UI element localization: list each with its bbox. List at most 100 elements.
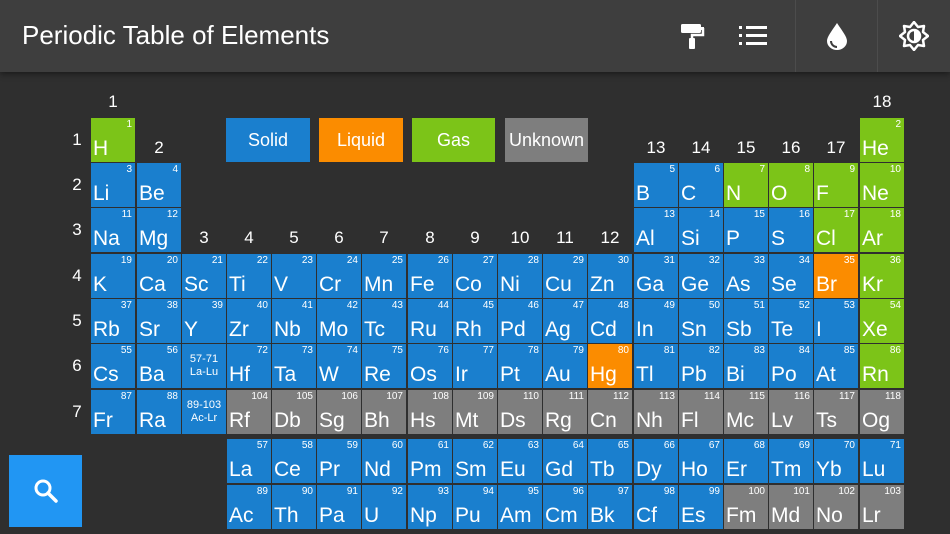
element-ts[interactable]: 117 Ts [814,390,858,434]
element-y[interactable]: 39 Y [182,299,226,343]
element-h[interactable]: 1H [91,118,135,162]
element-bh[interactable]: 107 Bh [362,390,406,434]
element-b[interactable]: 5B [634,163,678,207]
element-pr[interactable]: 59 Pr [317,439,361,483]
element-cs[interactable]: 55 Cs [91,344,135,388]
element-cf[interactable]: 98 Cf [634,485,678,529]
element-nb[interactable]: 41 Nb [272,299,316,343]
list-button[interactable] [722,0,784,72]
element-re[interactable]: 75 Re [362,344,406,388]
element-mn[interactable]: 25 Mn [362,254,406,298]
element-xe[interactable]: 54 Xe [860,299,904,343]
element-tb[interactable]: 65 Tb [588,439,632,483]
element-na[interactable]: 11 Na [91,208,135,252]
element-cl[interactable]: 17 Cl [814,208,858,252]
element-mc[interactable]: 115 Mc [724,390,768,434]
element-cd[interactable]: 48 Cd [588,299,632,343]
element-fr[interactable]: 87 Fr [91,390,135,434]
element-po[interactable]: 84 Po [769,344,813,388]
element-ge[interactable]: 32 Ge [679,254,723,298]
element-ti[interactable]: 22 Ti [227,254,271,298]
element-th[interactable]: 90 Th [272,485,316,529]
element-hs[interactable]: 108 Hs [408,390,452,434]
element-lu[interactable]: 71 Lu [860,439,904,483]
element-cm[interactable]: 96 Cm [543,485,587,529]
element-ra[interactable]: 88 Ra [137,390,181,434]
element-rb[interactable]: 37 Rb [91,299,135,343]
element-ba[interactable]: 56 Ba [137,344,181,388]
element-fm[interactable]: 100 Fm [724,485,768,529]
element-ag[interactable]: 47 Ag [543,299,587,343]
element-cr[interactable]: 24 Cr [317,254,361,298]
element-li[interactable]: 3 Li [91,163,135,207]
element-in[interactable]: 49 In [634,299,678,343]
element-yb[interactable]: 70 Yb [814,439,858,483]
element-hg[interactable]: 80 Hg [588,344,632,388]
element-f[interactable]: 9F [814,163,858,207]
element-la[interactable]: 57 La [227,439,271,483]
element-sc[interactable]: 21 Sc [182,254,226,298]
element-ho[interactable]: 67 Ho [679,439,723,483]
actinide-series-placeholder[interactable]: 89-103 Ac-Lr [182,390,226,434]
element-rf[interactable]: 104 Rf [227,390,271,434]
element-o[interactable]: 8O [769,163,813,207]
brightness-button[interactable] [878,0,950,72]
element-sn[interactable]: 50 Sn [679,299,723,343]
element-np[interactable]: 93 Np [408,485,452,529]
element-mo[interactable]: 42 Mo [317,299,361,343]
element-nd[interactable]: 60 Nd [362,439,406,483]
element-pd[interactable]: 46 Pd [498,299,542,343]
paint-roller-button[interactable] [662,0,722,72]
element-u[interactable]: 92 U [362,485,406,529]
element-pm[interactable]: 61 Pm [408,439,452,483]
element-es[interactable]: 99 Es [679,485,723,529]
element-c[interactable]: 6C [679,163,723,207]
element-ar[interactable]: 18 Ar [860,208,904,252]
element-v[interactable]: 23 V [272,254,316,298]
element-w[interactable]: 74 W [317,344,361,388]
element-os[interactable]: 76 Os [408,344,452,388]
element-gd[interactable]: 64 Gd [543,439,587,483]
element-be[interactable]: 4 Be [137,163,181,207]
element-lv[interactable]: 116 Lv [769,390,813,434]
legend-liquid[interactable]: Liquid [319,118,403,162]
element-md[interactable]: 101 Md [769,485,813,529]
element-ne[interactable]: 10 Ne [860,163,904,207]
element-rh[interactable]: 45 Rh [453,299,497,343]
element-am[interactable]: 95 Am [498,485,542,529]
element-ds[interactable]: 110 Ds [498,390,542,434]
element-fe[interactable]: 26 Fe [408,254,452,298]
element-og[interactable]: 118 Og [860,390,904,434]
element-br[interactable]: 35 Br [814,254,858,298]
element-rg[interactable]: 111 Rg [543,390,587,434]
element-te[interactable]: 52 Te [769,299,813,343]
element-ta[interactable]: 73 Ta [272,344,316,388]
element-sr[interactable]: 38 Sr [137,299,181,343]
element-pu[interactable]: 94 Pu [453,485,497,529]
legend-unknown[interactable]: Unknown [505,118,588,162]
element-at[interactable]: 85 At [814,344,858,388]
element-db[interactable]: 105 Db [272,390,316,434]
element-hf[interactable]: 72 Hf [227,344,271,388]
element-tl[interactable]: 81 Tl [634,344,678,388]
element-tm[interactable]: 69 Tm [769,439,813,483]
element-nh[interactable]: 113 Nh [634,390,678,434]
element-lr[interactable]: 103 Lr [860,485,904,529]
element-si[interactable]: 14 Si [679,208,723,252]
element-n[interactable]: 7N [724,163,768,207]
element-se[interactable]: 34 Se [769,254,813,298]
element-pt[interactable]: 78 Pt [498,344,542,388]
element-bk[interactable]: 97 Bk [588,485,632,529]
element-eu[interactable]: 63 Eu [498,439,542,483]
element-cu[interactable]: 29 Cu [543,254,587,298]
legend-gas[interactable]: Gas [412,118,495,162]
element-he[interactable]: 2 He [860,118,904,162]
element-s[interactable]: 16 S [769,208,813,252]
element-au[interactable]: 79 Au [543,344,587,388]
element-ru[interactable]: 44 Ru [408,299,452,343]
legend-solid[interactable]: Solid [226,118,310,162]
element-tc[interactable]: 43 Tc [362,299,406,343]
element-zr[interactable]: 40 Zr [227,299,271,343]
element-sb[interactable]: 51 Sb [724,299,768,343]
element-ir[interactable]: 77 Ir [453,344,497,388]
